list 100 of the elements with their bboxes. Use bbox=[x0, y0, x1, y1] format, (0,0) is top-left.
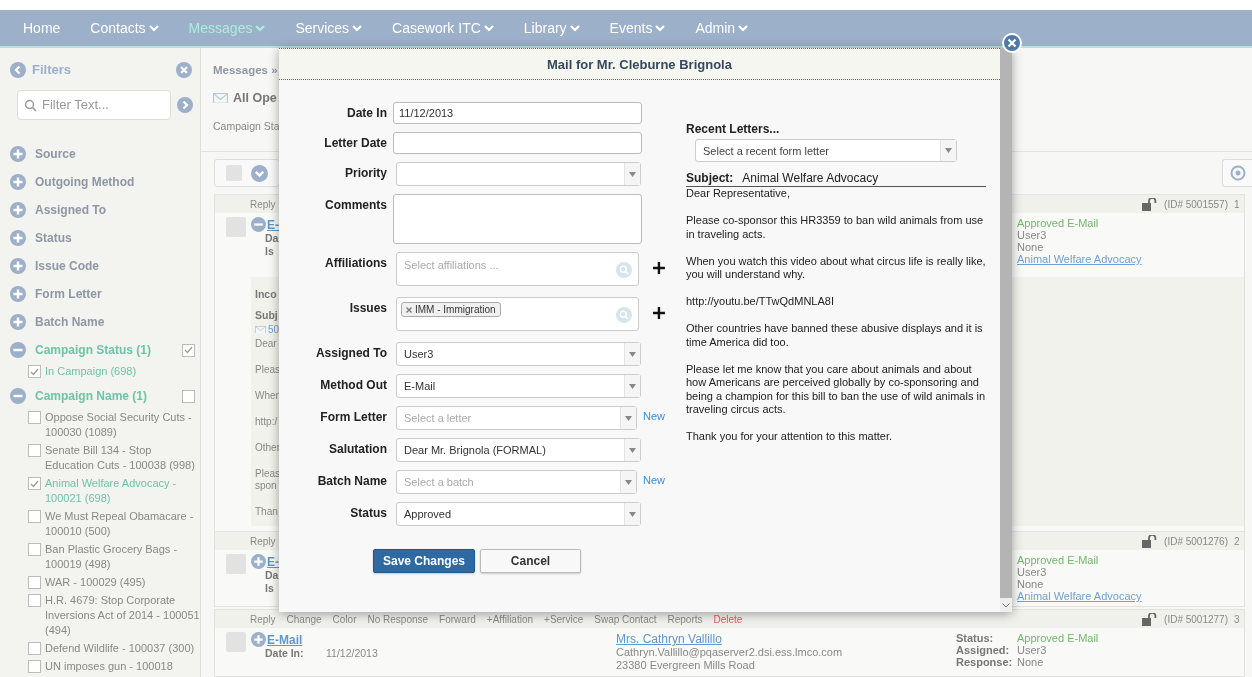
action-link[interactable]: No Response bbox=[367, 613, 429, 625]
filter-option[interactable]: UN imposes gun - 100018 bbox=[45, 659, 200, 674]
filter-option[interactable]: H.R. 4679: Stop Corporate Inversions Act of 2014 - 100051 (494) bbox=[45, 593, 200, 638]
checkbox[interactable] bbox=[182, 390, 195, 403]
action-link[interactable]: Change bbox=[286, 613, 322, 625]
action-link[interactable]: Reply bbox=[250, 613, 276, 625]
filter-option[interactable]: In Campaign (698) bbox=[45, 364, 200, 379]
filter-group[interactable]: Campaign Status (1) bbox=[35, 343, 182, 357]
expand-icon[interactable] bbox=[10, 145, 26, 162]
select-field[interactable]: Approved bbox=[396, 502, 641, 526]
multi-select-field[interactable]: IMM - Immigration bbox=[396, 297, 640, 331]
checkbox[interactable] bbox=[28, 642, 41, 655]
checkbox[interactable] bbox=[28, 510, 41, 523]
message-type-link[interactable]: E-Mail bbox=[267, 632, 303, 647]
filter-group[interactable]: Outgoing Method bbox=[35, 174, 195, 189]
filter-group[interactable]: Campaign Name (1) bbox=[35, 389, 182, 403]
filter-group[interactable]: Status bbox=[35, 230, 195, 245]
filter-group[interactable]: Assigned To bbox=[35, 202, 195, 217]
nav-item[interactable]: Casework ITC bbox=[392, 20, 494, 36]
message-type-link[interactable]: E- bbox=[267, 217, 279, 232]
select-field[interactable]: Select a recent form letter bbox=[695, 139, 957, 162]
settings-button[interactable] bbox=[1222, 159, 1252, 188]
select-field[interactable]: E-Mail bbox=[396, 374, 641, 398]
select-field[interactable]: User3 bbox=[396, 342, 641, 366]
filter-option[interactable]: Ban Plastic Grocery Bags - 100019 (498) bbox=[45, 542, 200, 572]
select-field[interactable]: Dear Mr. Brignola (FORMAL) bbox=[396, 438, 641, 462]
filter-option[interactable]: WAR - 100029 (495) bbox=[45, 575, 200, 590]
nav-item[interactable]: Services bbox=[295, 20, 363, 36]
multi-select-field[interactable]: Select affiliations ... bbox=[396, 252, 640, 286]
action-link[interactable]: Reply bbox=[250, 198, 276, 210]
caret-icon bbox=[629, 383, 636, 389]
nav-item[interactable]: Home bbox=[23, 20, 61, 36]
comments-field[interactable] bbox=[393, 194, 642, 244]
new-link[interactable]: New bbox=[643, 410, 665, 422]
action-link[interactable]: Color bbox=[332, 613, 357, 625]
select-value: User3 bbox=[404, 348, 435, 360]
text-field[interactable]: 11/12/2013 bbox=[393, 102, 642, 124]
action-link[interactable]: Delete bbox=[713, 613, 743, 625]
checkbox[interactable] bbox=[28, 477, 41, 490]
nav-item[interactable]: Contacts bbox=[90, 20, 159, 36]
expand-icon[interactable] bbox=[10, 173, 26, 190]
nav-item[interactable]: Library bbox=[523, 20, 580, 36]
action-link[interactable]: Reply bbox=[250, 535, 276, 547]
checkbox[interactable] bbox=[182, 344, 195, 357]
expand-icon[interactable] bbox=[10, 313, 26, 330]
checkbox[interactable] bbox=[28, 594, 41, 607]
message-type-link[interactable]: E- bbox=[267, 554, 279, 569]
dropdown-icon[interactable] bbox=[251, 164, 268, 182]
collapse-icon[interactable] bbox=[251, 217, 266, 232]
text-field[interactable] bbox=[393, 132, 642, 154]
action-link[interactable]: Reports bbox=[667, 613, 703, 625]
checkbox[interactable] bbox=[28, 543, 41, 556]
expand-icon[interactable] bbox=[10, 257, 26, 274]
action-link[interactable]: Swap Contact bbox=[594, 613, 657, 625]
close-icon[interactable] bbox=[176, 61, 192, 78]
filter-option[interactable]: Oppose Social Security Cuts - 100030 (1089) bbox=[45, 410, 200, 440]
collapse-icon[interactable] bbox=[10, 388, 26, 404]
filter-group[interactable]: Batch Name bbox=[35, 314, 195, 329]
campaign-link[interactable]: Animal Welfare Advocacy bbox=[1017, 590, 1142, 602]
select-field[interactable]: Select a batch bbox=[396, 470, 637, 494]
expand-icon[interactable] bbox=[10, 201, 26, 218]
plus-icon[interactable] bbox=[653, 307, 665, 319]
action-link[interactable]: Forward bbox=[439, 613, 476, 625]
filter-option[interactable]: Animal Welfare Advocacy - 100021 (698) bbox=[45, 476, 200, 506]
nav-item[interactable]: Admin bbox=[695, 20, 749, 36]
collapse-icon[interactable] bbox=[10, 342, 26, 358]
go-icon[interactable] bbox=[177, 96, 193, 113]
plus-icon[interactable] bbox=[653, 262, 665, 274]
checkbox[interactable] bbox=[28, 444, 41, 457]
select-field[interactable]: Select a letter bbox=[396, 406, 637, 430]
action-link[interactable]: +Affiliation bbox=[486, 613, 534, 625]
checkbox[interactable] bbox=[28, 660, 41, 673]
letter-paragraph: Dear Representative, bbox=[686, 187, 790, 201]
filter-search-field[interactable]: Filter Text... bbox=[17, 89, 171, 120]
filter-group[interactable]: Source bbox=[35, 146, 195, 161]
action-link[interactable]: +Service bbox=[544, 613, 584, 625]
expand-icon[interactable] bbox=[10, 285, 26, 302]
filter-group[interactable]: Form Letter bbox=[35, 286, 195, 301]
cancel-button[interactable]: Cancel bbox=[480, 549, 581, 573]
attachment-link[interactable]: 50 bbox=[255, 324, 280, 335]
expand-icon[interactable] bbox=[251, 554, 266, 569]
filter-option[interactable]: Defend Wildlife - 100037 (300) bbox=[45, 641, 200, 656]
save-button[interactable]: Save Changes bbox=[373, 549, 475, 573]
filter-group[interactable]: Issue Code bbox=[35, 258, 195, 273]
nav-item[interactable]: Messages bbox=[188, 20, 266, 36]
filter-option[interactable]: We Must Repeal Obamacare - 100010 (500) bbox=[45, 509, 200, 539]
expand-icon[interactable] bbox=[251, 632, 266, 647]
checkbox[interactable] bbox=[28, 365, 41, 378]
checkbox[interactable] bbox=[28, 576, 41, 589]
nav-item[interactable]: Events bbox=[609, 20, 666, 36]
back-icon[interactable] bbox=[10, 61, 26, 78]
checkbox[interactable] bbox=[28, 411, 41, 424]
new-link[interactable]: New bbox=[643, 474, 665, 486]
filter-option[interactable]: Senate Bill 134 - Stop Education Cuts - 100038 (998) bbox=[45, 443, 200, 473]
campaign-link[interactable]: Animal Welfare Advocacy bbox=[1017, 253, 1142, 265]
expand-icon[interactable] bbox=[10, 229, 26, 246]
remove-icon[interactable] bbox=[406, 306, 412, 313]
select-field[interactable] bbox=[396, 162, 641, 186]
detail-label: Is bbox=[265, 582, 274, 595]
contact-name-link[interactable]: Mrs. Cathryn Vallillo bbox=[616, 632, 722, 646]
